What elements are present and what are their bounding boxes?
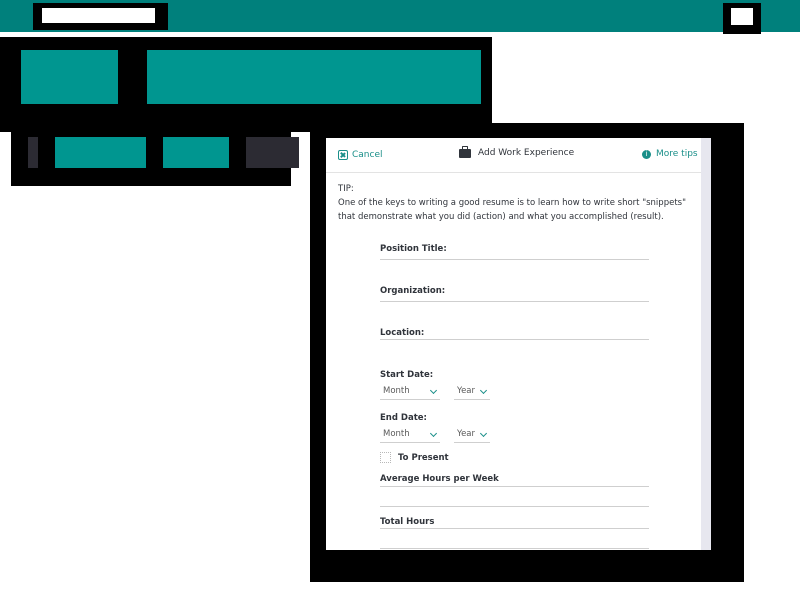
average-hours-label: Average Hours per Week (380, 474, 499, 484)
to-present-checkbox[interactable] (380, 452, 391, 463)
nav-tab-tertiary[interactable] (246, 137, 299, 168)
average-hours-field-top-border[interactable] (380, 486, 649, 487)
modal-title-text: Add Work Experience (478, 148, 575, 158)
page-navigation (11, 127, 299, 186)
end-year-select[interactable]: Year (454, 428, 490, 443)
cancel-icon (338, 150, 348, 160)
location-field[interactable] (380, 339, 649, 340)
average-hours-field-bottom-border (380, 506, 649, 507)
start-date-label: Start Date: (380, 370, 434, 380)
end-year-value: Year (457, 429, 475, 439)
menu-icon (731, 8, 753, 25)
modal-header: Cancel Add Work Experience i More tips (326, 138, 701, 173)
info-icon: i (642, 149, 651, 159)
tip-block: TIP: One of the keys to writing a good r… (338, 182, 698, 224)
start-month-value: Month (383, 386, 410, 396)
chevron-down-icon (429, 429, 438, 438)
cancel-label: Cancel (352, 150, 383, 160)
end-month-select[interactable]: Month (380, 428, 440, 443)
chevron-down-icon (479, 386, 488, 395)
logo-placeholder (42, 8, 155, 23)
top-app-bar-logo (33, 3, 168, 30)
total-hours-field[interactable] (380, 528, 649, 529)
more-tips-label: More tips (656, 149, 698, 159)
end-date-label: End Date: (380, 413, 427, 423)
cancel-button[interactable]: Cancel (338, 148, 383, 162)
page-header-panel (0, 37, 492, 132)
to-present-label: To Present (398, 452, 449, 463)
tip-heading: TIP: (338, 184, 354, 194)
header-tile-right (147, 50, 481, 104)
modal-scrollbar[interactable] (701, 138, 711, 550)
chevron-down-icon (479, 429, 488, 438)
tip-text: One of the keys to writing a good resume… (338, 198, 686, 222)
organization-label: Organization: (380, 286, 446, 296)
organization-field[interactable] (380, 301, 649, 302)
add-work-experience-modal: Cancel Add Work Experience i More tips T… (326, 138, 711, 550)
more-tips-button[interactable]: i More tips (642, 149, 698, 159)
start-year-value: Year (457, 386, 475, 396)
briefcase-icon (459, 145, 471, 158)
nav-indicator (28, 137, 38, 168)
to-present-toggle[interactable]: To Present (380, 452, 449, 463)
total-hours-label: Total Hours (380, 517, 435, 527)
top-app-bar-menu-button[interactable] (723, 3, 761, 34)
end-month-value: Month (383, 429, 410, 439)
nav-tab-secondary[interactable] (163, 137, 229, 168)
location-label: Location: (380, 328, 425, 338)
header-tile-left (21, 50, 118, 104)
total-hours-field-bottom-border (380, 548, 649, 549)
position-title-field[interactable] (380, 259, 649, 260)
chevron-down-icon (429, 386, 438, 395)
position-title-label: Position Title: (380, 244, 447, 254)
start-month-select[interactable]: Month (380, 385, 440, 400)
modal-title: Add Work Experience (459, 145, 575, 158)
nav-tab-primary[interactable] (55, 137, 146, 168)
start-year-select[interactable]: Year (454, 385, 490, 400)
